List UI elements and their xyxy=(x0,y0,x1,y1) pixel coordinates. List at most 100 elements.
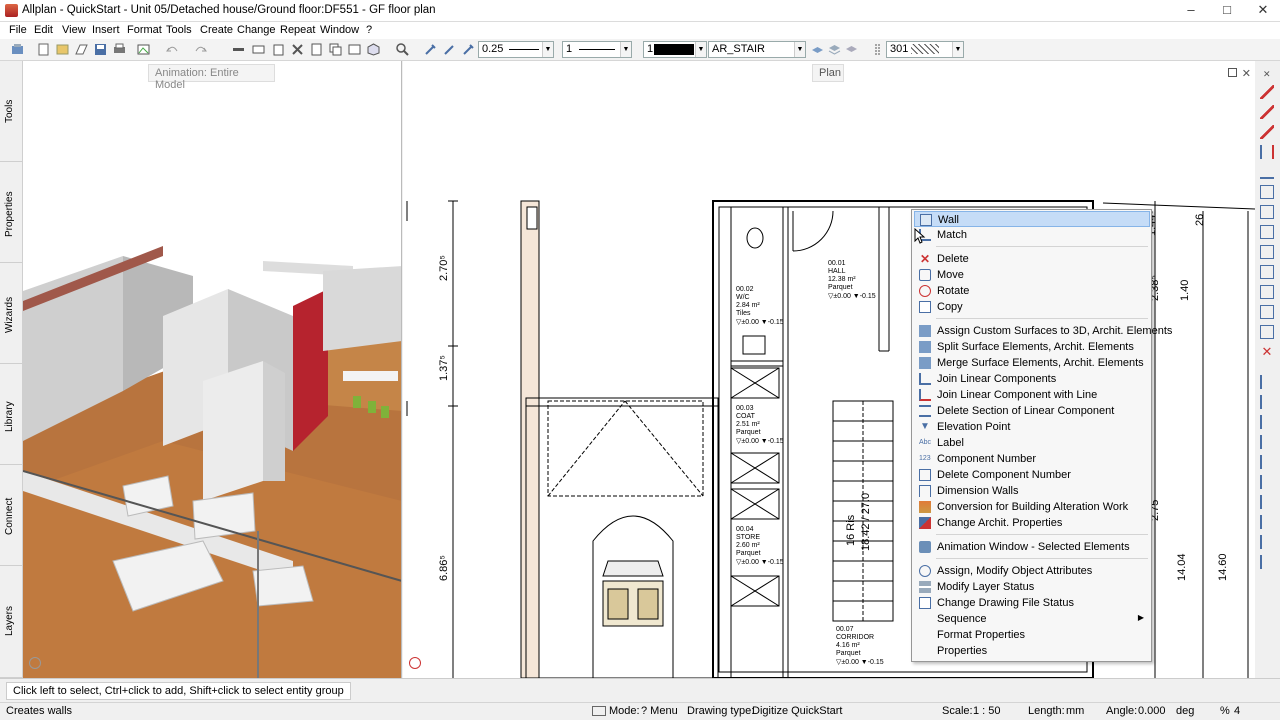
copy-tool-icon[interactable] xyxy=(251,42,266,57)
pattern-icon[interactable] xyxy=(870,42,885,57)
filter-icon[interactable] xyxy=(1260,555,1274,569)
menu-item-wall[interactable]: Wall xyxy=(914,211,1150,227)
pen-tool-icon[interactable] xyxy=(1260,105,1274,119)
right-strip-close-icon[interactable]: ✕ xyxy=(1263,69,1271,80)
mirror-icon[interactable] xyxy=(1260,265,1274,279)
menu-item-match[interactable]: Match xyxy=(914,227,1150,243)
clipboard-icon[interactable] xyxy=(309,42,324,57)
redo-icon[interactable] xyxy=(193,42,208,57)
view-maximize-icon[interactable] xyxy=(1228,68,1237,77)
menu-help[interactable]: ? xyxy=(366,24,372,36)
navigation-icon[interactable] xyxy=(29,657,41,669)
fillet-icon[interactable] xyxy=(1260,515,1274,529)
pen-thickness-select[interactable]: 0.25 ▼ xyxy=(478,41,554,58)
menu-item-rotate[interactable]: Rotate xyxy=(914,283,1150,299)
pipette-icon[interactable] xyxy=(461,42,476,57)
modify-icon[interactable] xyxy=(1260,375,1274,389)
menu-item-object-attributes[interactable]: Assign, Modify Object Attributes xyxy=(914,563,1150,579)
menu-item-drawing-file-status[interactable]: Change Drawing File Status xyxy=(914,595,1150,611)
menu-item-merge-surface[interactable]: Merge Surface Elements, Archit. Elements xyxy=(914,355,1150,371)
scale-value[interactable]: 1 : 50 xyxy=(973,705,1001,717)
menu-item-animation-window[interactable]: Animation Window - Selected Elements xyxy=(914,539,1150,555)
duplicate-icon[interactable] xyxy=(328,42,343,57)
paste-icon[interactable] xyxy=(271,42,286,57)
rect-tool-icon[interactable] xyxy=(1260,185,1274,199)
menu-item-component-number[interactable]: 123 Component Number xyxy=(914,451,1150,467)
print-icon[interactable] xyxy=(112,42,127,57)
tab-properties[interactable]: Properties xyxy=(0,162,23,263)
line-type-select[interactable]: 1 ▼ xyxy=(562,41,632,58)
minimize-button[interactable]: – xyxy=(1180,2,1202,18)
new-file-icon[interactable] xyxy=(36,42,51,57)
menu-file[interactable]: File xyxy=(9,24,27,36)
delete-strip-icon[interactable]: ✕ xyxy=(1260,345,1274,359)
maximize-button[interactable]: □ xyxy=(1216,2,1238,18)
tab-wizards[interactable]: Wizards xyxy=(0,263,23,364)
menu-item-move[interactable]: Move xyxy=(914,267,1150,283)
menu-item-elevation-point[interactable]: ▼ Elevation Point xyxy=(914,419,1150,435)
delete-tool-icon[interactable] xyxy=(290,42,305,57)
menu-item-layer-status[interactable]: Modify Layer Status xyxy=(914,579,1150,595)
menu-item-split-surface[interactable]: Split Surface Elements, Archit. Elements xyxy=(914,339,1150,355)
menu-item-properties[interactable]: Properties xyxy=(914,643,1150,659)
split-tool-icon[interactable] xyxy=(1260,435,1274,449)
align-icon[interactable] xyxy=(1260,535,1274,549)
wall-tool-icon[interactable] xyxy=(1260,145,1274,159)
menu-item-copy[interactable]: Copy xyxy=(914,299,1150,315)
stretch-icon[interactable] xyxy=(1260,325,1274,339)
brush-icon[interactable] xyxy=(1260,85,1274,99)
line-tool-icon[interactable] xyxy=(1260,165,1274,179)
chamfer-icon[interactable] xyxy=(1260,495,1274,509)
mirror-copy-icon[interactable] xyxy=(1260,285,1274,299)
image-icon[interactable] xyxy=(136,42,151,57)
format-pointer-icon[interactable] xyxy=(423,42,438,57)
layer-visibility-icon[interactable] xyxy=(844,42,859,57)
offset-icon[interactable] xyxy=(1260,475,1274,489)
pencil-icon[interactable] xyxy=(1260,125,1274,139)
layer-select[interactable]: AR_STAIR ▼ xyxy=(708,41,806,58)
tab-tools[interactable]: Tools xyxy=(0,61,23,162)
view-close-icon[interactable]: ✕ xyxy=(1242,67,1251,80)
close-button[interactable]: ✕ xyxy=(1252,2,1274,18)
open-project-icon[interactable] xyxy=(74,42,89,57)
menu-item-delete-section[interactable]: Delete Section of Linear Component xyxy=(914,403,1150,419)
paste-tool-icon[interactable] xyxy=(1260,245,1274,259)
pen-icon[interactable] xyxy=(442,42,457,57)
menu-insert[interactable]: Insert xyxy=(92,24,120,36)
menu-item-join-linear[interactable]: Join Linear Components xyxy=(914,371,1150,387)
undo-icon[interactable] xyxy=(165,42,180,57)
grid-tool-icon[interactable] xyxy=(1260,205,1274,219)
menu-create[interactable]: Create xyxy=(200,24,233,36)
layer-status-icon[interactable] xyxy=(827,42,842,57)
window-icon[interactable] xyxy=(347,42,362,57)
menu-item-sequence[interactable]: Sequence ▶ xyxy=(914,611,1150,627)
angle-value[interactable]: 0.000 xyxy=(1138,705,1166,717)
save-icon[interactable] xyxy=(93,42,108,57)
animation-view[interactable] xyxy=(23,61,402,678)
menu-item-conversion[interactable]: Conversion for Building Alteration Work xyxy=(914,499,1150,515)
layer-tool-icon[interactable] xyxy=(810,42,825,57)
menu-window[interactable]: Window xyxy=(320,24,359,36)
menu-change[interactable]: Change xyxy=(237,24,276,36)
tab-connect[interactable]: Connect xyxy=(0,465,23,566)
menu-tools[interactable]: Tools xyxy=(166,24,192,36)
menu-view[interactable]: View xyxy=(62,24,86,36)
color-select[interactable]: 1 ▼ xyxy=(643,41,707,58)
menu-item-label[interactable]: Abc Label xyxy=(914,435,1150,451)
cut-icon[interactable] xyxy=(231,42,246,57)
menu-item-join-with-line[interactable]: Join Linear Component with Line xyxy=(914,387,1150,403)
tab-layers[interactable]: Layers xyxy=(0,566,23,678)
menu-item-dimension-walls[interactable]: Dimension Walls xyxy=(914,483,1150,499)
extend-icon[interactable] xyxy=(1260,395,1274,409)
menu-item-format-properties[interactable]: Format Properties xyxy=(914,627,1150,643)
menu-item-change-archit-properties[interactable]: Change Archit. Properties xyxy=(914,515,1150,531)
cube-icon[interactable] xyxy=(366,42,381,57)
menu-edit[interactable]: Edit xyxy=(34,24,53,36)
length-unit[interactable]: mm xyxy=(1066,705,1084,717)
help-search-icon[interactable] xyxy=(395,42,410,57)
menu-item-assign-surfaces[interactable]: Assign Custom Surfaces to 3D, Archit. El… xyxy=(914,323,1172,339)
copy-tool-icon[interactable] xyxy=(1260,225,1274,239)
scale-icon[interactable] xyxy=(1260,305,1274,319)
navigation-icon[interactable] xyxy=(409,657,421,669)
trim-icon[interactable] xyxy=(1260,415,1274,429)
